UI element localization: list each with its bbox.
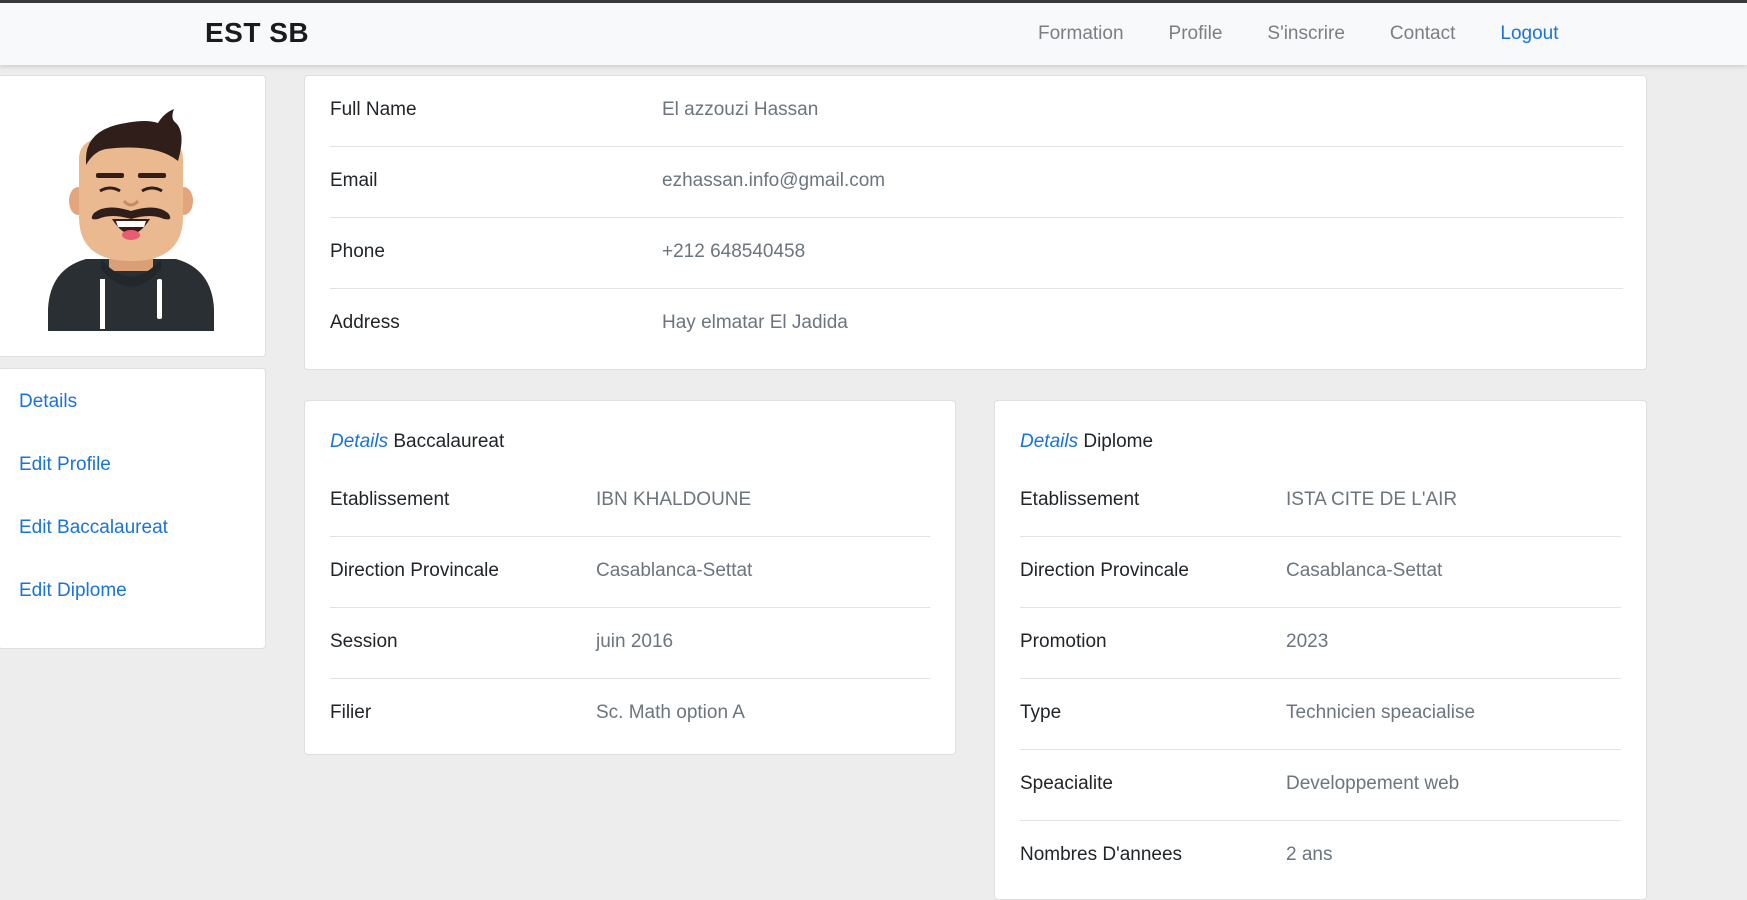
- address-value: Hay elmatar El Jadida: [662, 312, 848, 333]
- filier-label: Filier: [330, 702, 372, 723]
- dip-row-etablissement: Etablissement ISTA CITE DE L'AIR: [1020, 466, 1621, 537]
- dip-row-direction: Direction Provincale Casablanca-Settat: [1020, 537, 1621, 608]
- phone-value: +212 648540458: [662, 241, 806, 262]
- avatar-icon: [48, 109, 214, 331]
- address-label: Address: [330, 312, 400, 333]
- baccalaureat-title: Baccalaureat: [393, 431, 505, 452]
- menu-edit-diplome[interactable]: Edit Diplome: [19, 580, 127, 602]
- etablissement-value: IBN KHALDOUNE: [596, 489, 752, 510]
- baccalaureat-card-title: Details Baccalaureat: [330, 431, 504, 453]
- direction-label: Direction Provincale: [1020, 560, 1189, 581]
- menu-edit-baccalaureat[interactable]: Edit Baccalaureat: [19, 517, 168, 539]
- direction-value: Casablanca-Settat: [1286, 560, 1443, 581]
- details-prefix: Details: [330, 431, 389, 452]
- etablissement-value: ISTA CITE DE L'AIR: [1286, 489, 1458, 510]
- profile-row-email: Email ezhassan.info@gmail.com: [330, 147, 1623, 218]
- diplome-card: Details Diplome Etablissement ISTA CITE …: [994, 400, 1647, 900]
- dip-row-nombres-annees: Nombres D'annees 2 ans: [1020, 821, 1621, 892]
- avatar-card: [0, 75, 266, 357]
- profile-row-phone: Phone +212 648540458: [330, 218, 1623, 289]
- nav-formation[interactable]: Formation: [1038, 23, 1124, 45]
- type-value: Technicien speacialise: [1286, 702, 1476, 723]
- navbar: EST SB Formation Profile S'inscrire Cont…: [0, 3, 1747, 65]
- session-value: juin 2016: [596, 631, 674, 652]
- brand-logo[interactable]: EST SB: [205, 17, 309, 49]
- nombres-annees-value: 2 ans: [1286, 844, 1333, 865]
- nav-profile[interactable]: Profile: [1169, 23, 1223, 45]
- full-name-value: El azzouzi Hassan: [662, 99, 819, 120]
- specialite-label: Speacialite: [1020, 773, 1113, 794]
- nombres-annees-label: Nombres D'annees: [1020, 844, 1183, 865]
- filier-value: Sc. Math option A: [596, 702, 745, 723]
- bac-row-filier: Filier Sc. Math option A: [330, 679, 930, 750]
- nav-sinscrire[interactable]: S'inscrire: [1267, 23, 1345, 45]
- direction-value: Casablanca-Settat: [596, 560, 753, 581]
- specialite-value: Developpement web: [1286, 773, 1460, 794]
- direction-label: Direction Provincale: [330, 560, 499, 581]
- promotion-value: 2023: [1286, 631, 1329, 652]
- menu-edit-profile[interactable]: Edit Profile: [19, 454, 111, 476]
- profile-row-address: Address Hay elmatar El Jadida: [330, 289, 1623, 360]
- email-label: Email: [330, 170, 378, 191]
- diplome-card-title: Details Diplome: [1020, 431, 1153, 453]
- phone-label: Phone: [330, 241, 385, 262]
- etablissement-label: Etablissement: [1020, 489, 1140, 510]
- bac-row-etablissement: Etablissement IBN KHALDOUNE: [330, 466, 930, 537]
- nav-logout[interactable]: Logout: [1500, 23, 1558, 45]
- profile-row-full-name: Full Name El azzouzi Hassan: [330, 76, 1623, 147]
- nav-contact[interactable]: Contact: [1390, 23, 1455, 45]
- session-label: Session: [330, 631, 398, 652]
- email-value: ezhassan.info@gmail.com: [662, 170, 886, 191]
- details-prefix: Details: [1020, 431, 1079, 452]
- bac-row-session: Session juin 2016: [330, 608, 930, 679]
- promotion-label: Promotion: [1020, 631, 1107, 652]
- dip-row-type: Type Technicien speacialise: [1020, 679, 1621, 750]
- side-menu: Details Edit Profile Edit Baccalaureat E…: [0, 368, 266, 649]
- profile-details-card: Full Name El azzouzi Hassan Email ezhass…: [304, 75, 1647, 370]
- baccalaureat-card: Details Baccalaureat Etablissement IBN K…: [304, 400, 956, 755]
- diplome-title: Diplome: [1083, 431, 1154, 452]
- etablissement-label: Etablissement: [330, 489, 450, 510]
- menu-details[interactable]: Details: [19, 391, 77, 413]
- dip-row-promotion: Promotion 2023: [1020, 608, 1621, 679]
- dip-row-specialite: Speacialite Developpement web: [1020, 750, 1621, 821]
- bac-row-direction: Direction Provincale Casablanca-Settat: [330, 537, 930, 608]
- nav-links: Formation Profile S'inscrire Contact Log…: [1038, 23, 1604, 45]
- type-label: Type: [1020, 702, 1062, 723]
- full-name-label: Full Name: [330, 99, 417, 120]
